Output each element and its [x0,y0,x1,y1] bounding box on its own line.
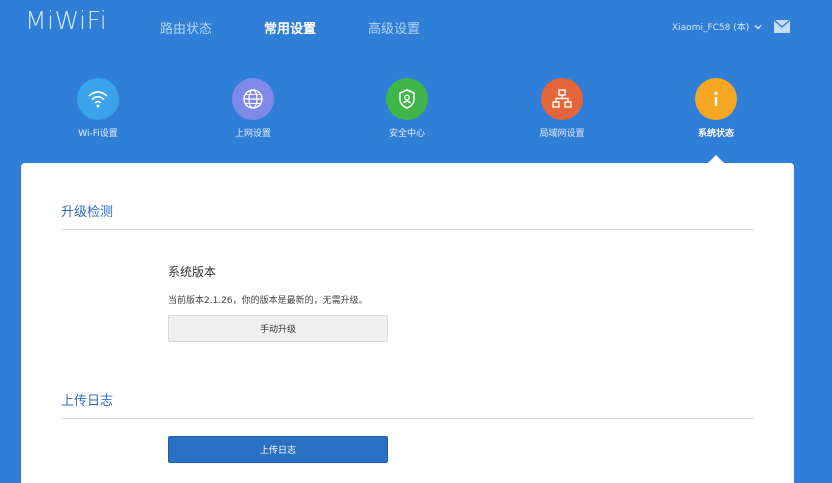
nav-common-settings[interactable]: 常用设置 [264,18,316,37]
chevron-down-icon [754,24,762,30]
upload-log-button[interactable]: 上传日志 [168,436,388,463]
security-center-label: 安全中心 [388,129,425,139]
system-version-title: 系统版本 [168,265,217,279]
system-status-label: 系统状态 [697,129,734,139]
security-center-item[interactable]: 安全中心 [357,75,457,139]
top-header: MiWiFi 路由状态 常用设置 高级设置 Xiaomi_FC58 (本) [0,0,832,52]
globe-icon [232,78,274,120]
info-icon [695,78,737,120]
nav-advanced-settings[interactable]: 高级设置 [368,18,420,37]
lan-settings-item[interactable]: 局域网设置 [512,75,612,139]
network-icon [541,78,583,120]
wifi-settings-label: Wi-Fi设置 [78,129,118,139]
wifi-settings-item[interactable]: Wi-Fi设置 [48,75,148,139]
internet-settings-label: 上网设置 [234,129,271,139]
mail-icon[interactable] [774,20,790,33]
content-panel: 升级检测 系统版本 当前版本2.1.26，你的版本是最新的，无需升级。 手动升级… [21,163,794,483]
manual-upgrade-button[interactable]: 手动升级 [168,315,388,342]
settings-icon-bar: Wi-Fi设置 上网设置 安全中心 局域网设置 系统状态 [0,75,832,163]
router-name-dropdown[interactable]: Xiaomi_FC58 (本) [672,20,762,33]
upgrade-section-title: 升级检测 [61,205,114,220]
miwifi-logo[interactable]: MiWiFi [25,6,107,35]
version-status-text: 当前版本2.1.26，你的版本是最新的，无需升级。 [168,296,368,306]
log-divider [61,418,754,419]
internet-settings-item[interactable]: 上网设置 [203,75,303,139]
nav-router-status[interactable]: 路由状态 [160,18,212,37]
wifi-icon [77,78,119,120]
upgrade-divider [61,229,754,230]
system-status-item[interactable]: 系统状态 [666,75,766,139]
shield-icon [386,78,428,120]
log-section-title: 上传日志 [61,394,114,409]
active-tab-pointer [708,155,724,163]
router-name-label: Xiaomi_FC58 (本) [672,23,750,33]
lan-settings-label: 局域网设置 [539,129,585,139]
top-nav: 路由状态 常用设置 高级设置 [160,18,472,37]
